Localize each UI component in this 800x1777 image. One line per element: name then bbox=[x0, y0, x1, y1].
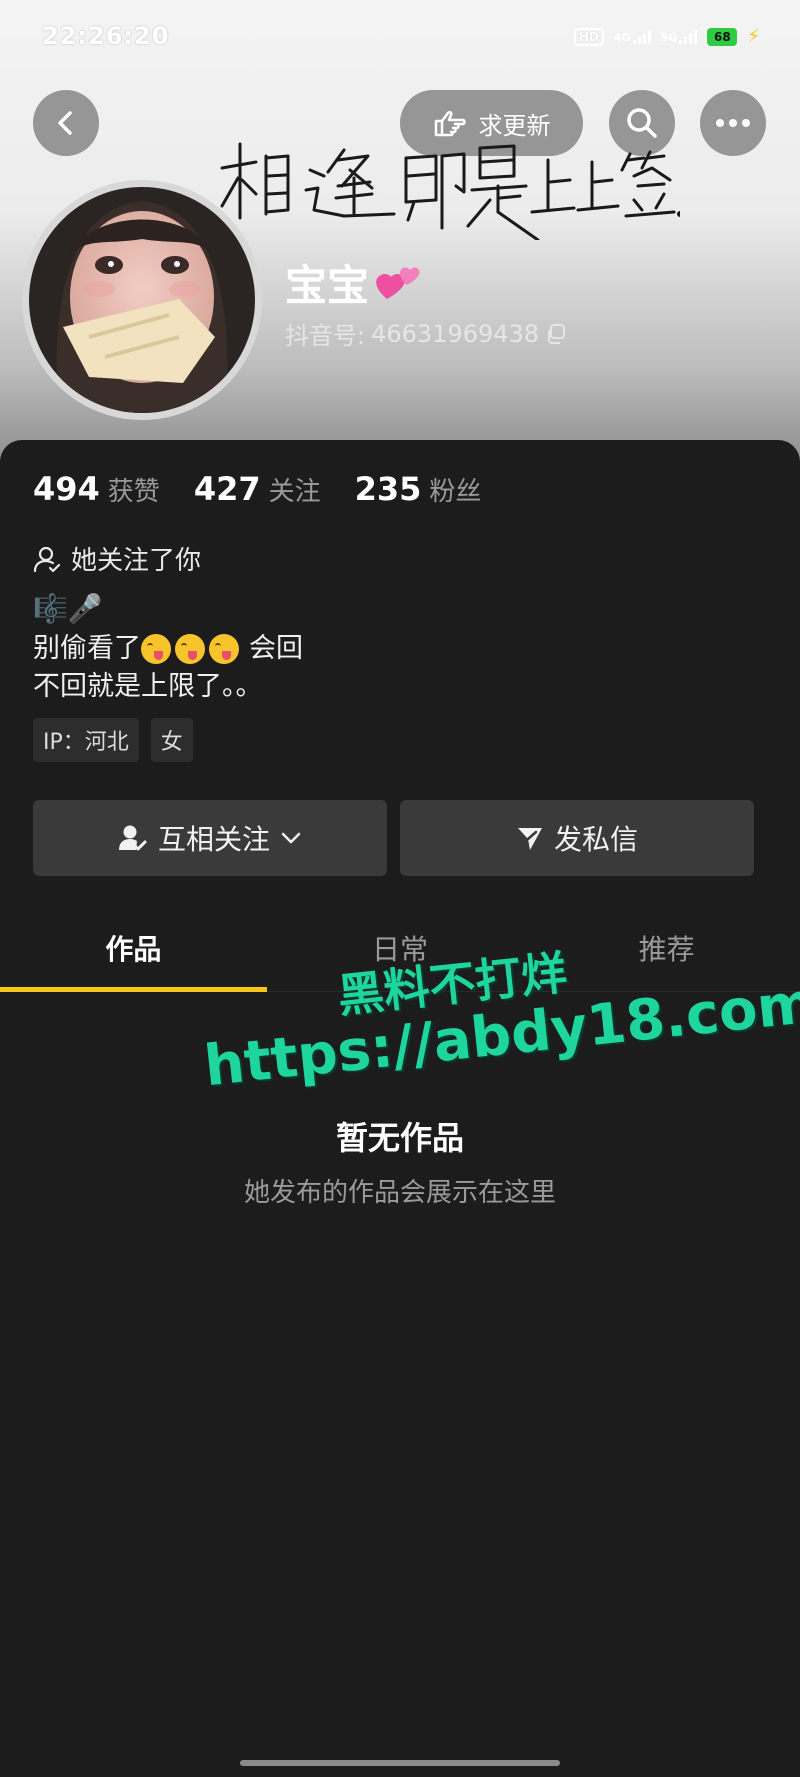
follows-you-indicator: 她关注了你 bbox=[33, 540, 201, 577]
stat-following-value: 427 bbox=[193, 470, 261, 508]
bio-line-1-suffix: 会回 bbox=[249, 633, 303, 664]
stat-likes[interactable]: 494 获赞 bbox=[33, 470, 160, 508]
tag-row: IP：河北 女 bbox=[33, 718, 193, 762]
network-label-4g: 4G bbox=[613, 30, 631, 44]
bio-line-1: 别偷看了 会回 bbox=[33, 630, 303, 668]
mutual-follow-button[interactable]: 互相关注 bbox=[33, 800, 387, 876]
network-label-5g: 5G bbox=[660, 30, 678, 44]
user-check-icon bbox=[118, 825, 147, 851]
stat-likes-value: 494 bbox=[33, 470, 100, 508]
more-button[interactable] bbox=[700, 90, 766, 156]
battery-icon: 68 bbox=[707, 27, 738, 46]
status-icons: HD 4G 5G 68 ⚡ bbox=[573, 26, 760, 47]
follows-you-text: 她关注了你 bbox=[71, 546, 202, 576]
mutual-follow-label: 互相关注 bbox=[157, 823, 270, 856]
face-savoring-food-icon bbox=[141, 634, 171, 664]
gender-tag: 女 bbox=[150, 718, 193, 762]
chevron-left-icon bbox=[58, 111, 72, 135]
ip-location-tag: IP：河北 bbox=[33, 718, 139, 762]
paper-plane-icon bbox=[517, 828, 542, 850]
avatar-photo bbox=[29, 187, 255, 413]
signal-5g-icon: 5G bbox=[660, 29, 698, 44]
copy-icon[interactable] bbox=[545, 323, 567, 345]
face-savoring-food-icon bbox=[209, 634, 239, 664]
account-id-value: 46631969438 bbox=[371, 319, 540, 348]
stats-row: 494 获赞 427 关注 235 粉丝 bbox=[33, 470, 481, 508]
user-check-icon bbox=[33, 546, 61, 572]
stat-likes-label: 获赞 bbox=[107, 477, 160, 507]
stat-following-label: 关注 bbox=[268, 477, 321, 507]
send-message-button[interactable]: 发私信 bbox=[400, 800, 754, 876]
send-message-label: 发私信 bbox=[553, 823, 638, 856]
profile-header: 22:26:20 HD 4G 5G 68 ⚡ 求更新 宝宝 抖音号: 46631… bbox=[0, 0, 800, 470]
account-id-prefix: 抖音号: bbox=[285, 322, 366, 350]
face-savoring-food-icon bbox=[175, 634, 205, 664]
more-icon bbox=[716, 119, 750, 127]
chevron-down-icon bbox=[281, 832, 301, 844]
status-bar: 22:26:20 HD 4G 5G 68 ⚡ bbox=[0, 0, 800, 70]
status-time: 22:26:20 bbox=[42, 22, 170, 50]
stat-followers-value: 235 bbox=[354, 470, 422, 508]
empty-state-title: 暂无作品 bbox=[335, 1119, 464, 1157]
bio-line-2: 不回就是上限了。。 bbox=[33, 671, 263, 702]
stat-followers-label: 粉丝 bbox=[429, 477, 482, 507]
stat-following[interactable]: 427 关注 bbox=[194, 470, 321, 508]
bio-line-1-text: 别偷看了 bbox=[33, 633, 141, 664]
nickname: 宝宝 bbox=[285, 252, 423, 313]
home-indicator[interactable] bbox=[240, 1760, 560, 1766]
account-id: 抖音号: 46631969438 bbox=[285, 316, 567, 351]
signal-4g-icon: 4G bbox=[613, 29, 651, 44]
charging-icon: ⚡ bbox=[747, 26, 760, 47]
two-hearts-icon bbox=[376, 266, 420, 299]
stat-followers[interactable]: 235 粉丝 bbox=[355, 470, 482, 508]
bio-emojis: 🎼🎤 bbox=[33, 592, 103, 625]
handwritten-signature-image bbox=[220, 142, 680, 240]
empty-state-description: 她发布的作品会展示在这里 bbox=[243, 1178, 556, 1208]
hd-icon: HD bbox=[573, 27, 604, 46]
avatar[interactable] bbox=[22, 180, 262, 420]
profile-screen: 22:26:20 HD 4G 5G 68 ⚡ 求更新 宝宝 抖音号: 46631… bbox=[0, 0, 800, 1777]
nickname-text: 宝宝 bbox=[285, 261, 370, 310]
back-button[interactable] bbox=[33, 90, 99, 156]
bio: 别偷看了 会回 不回就是上限了。。 bbox=[33, 630, 303, 706]
